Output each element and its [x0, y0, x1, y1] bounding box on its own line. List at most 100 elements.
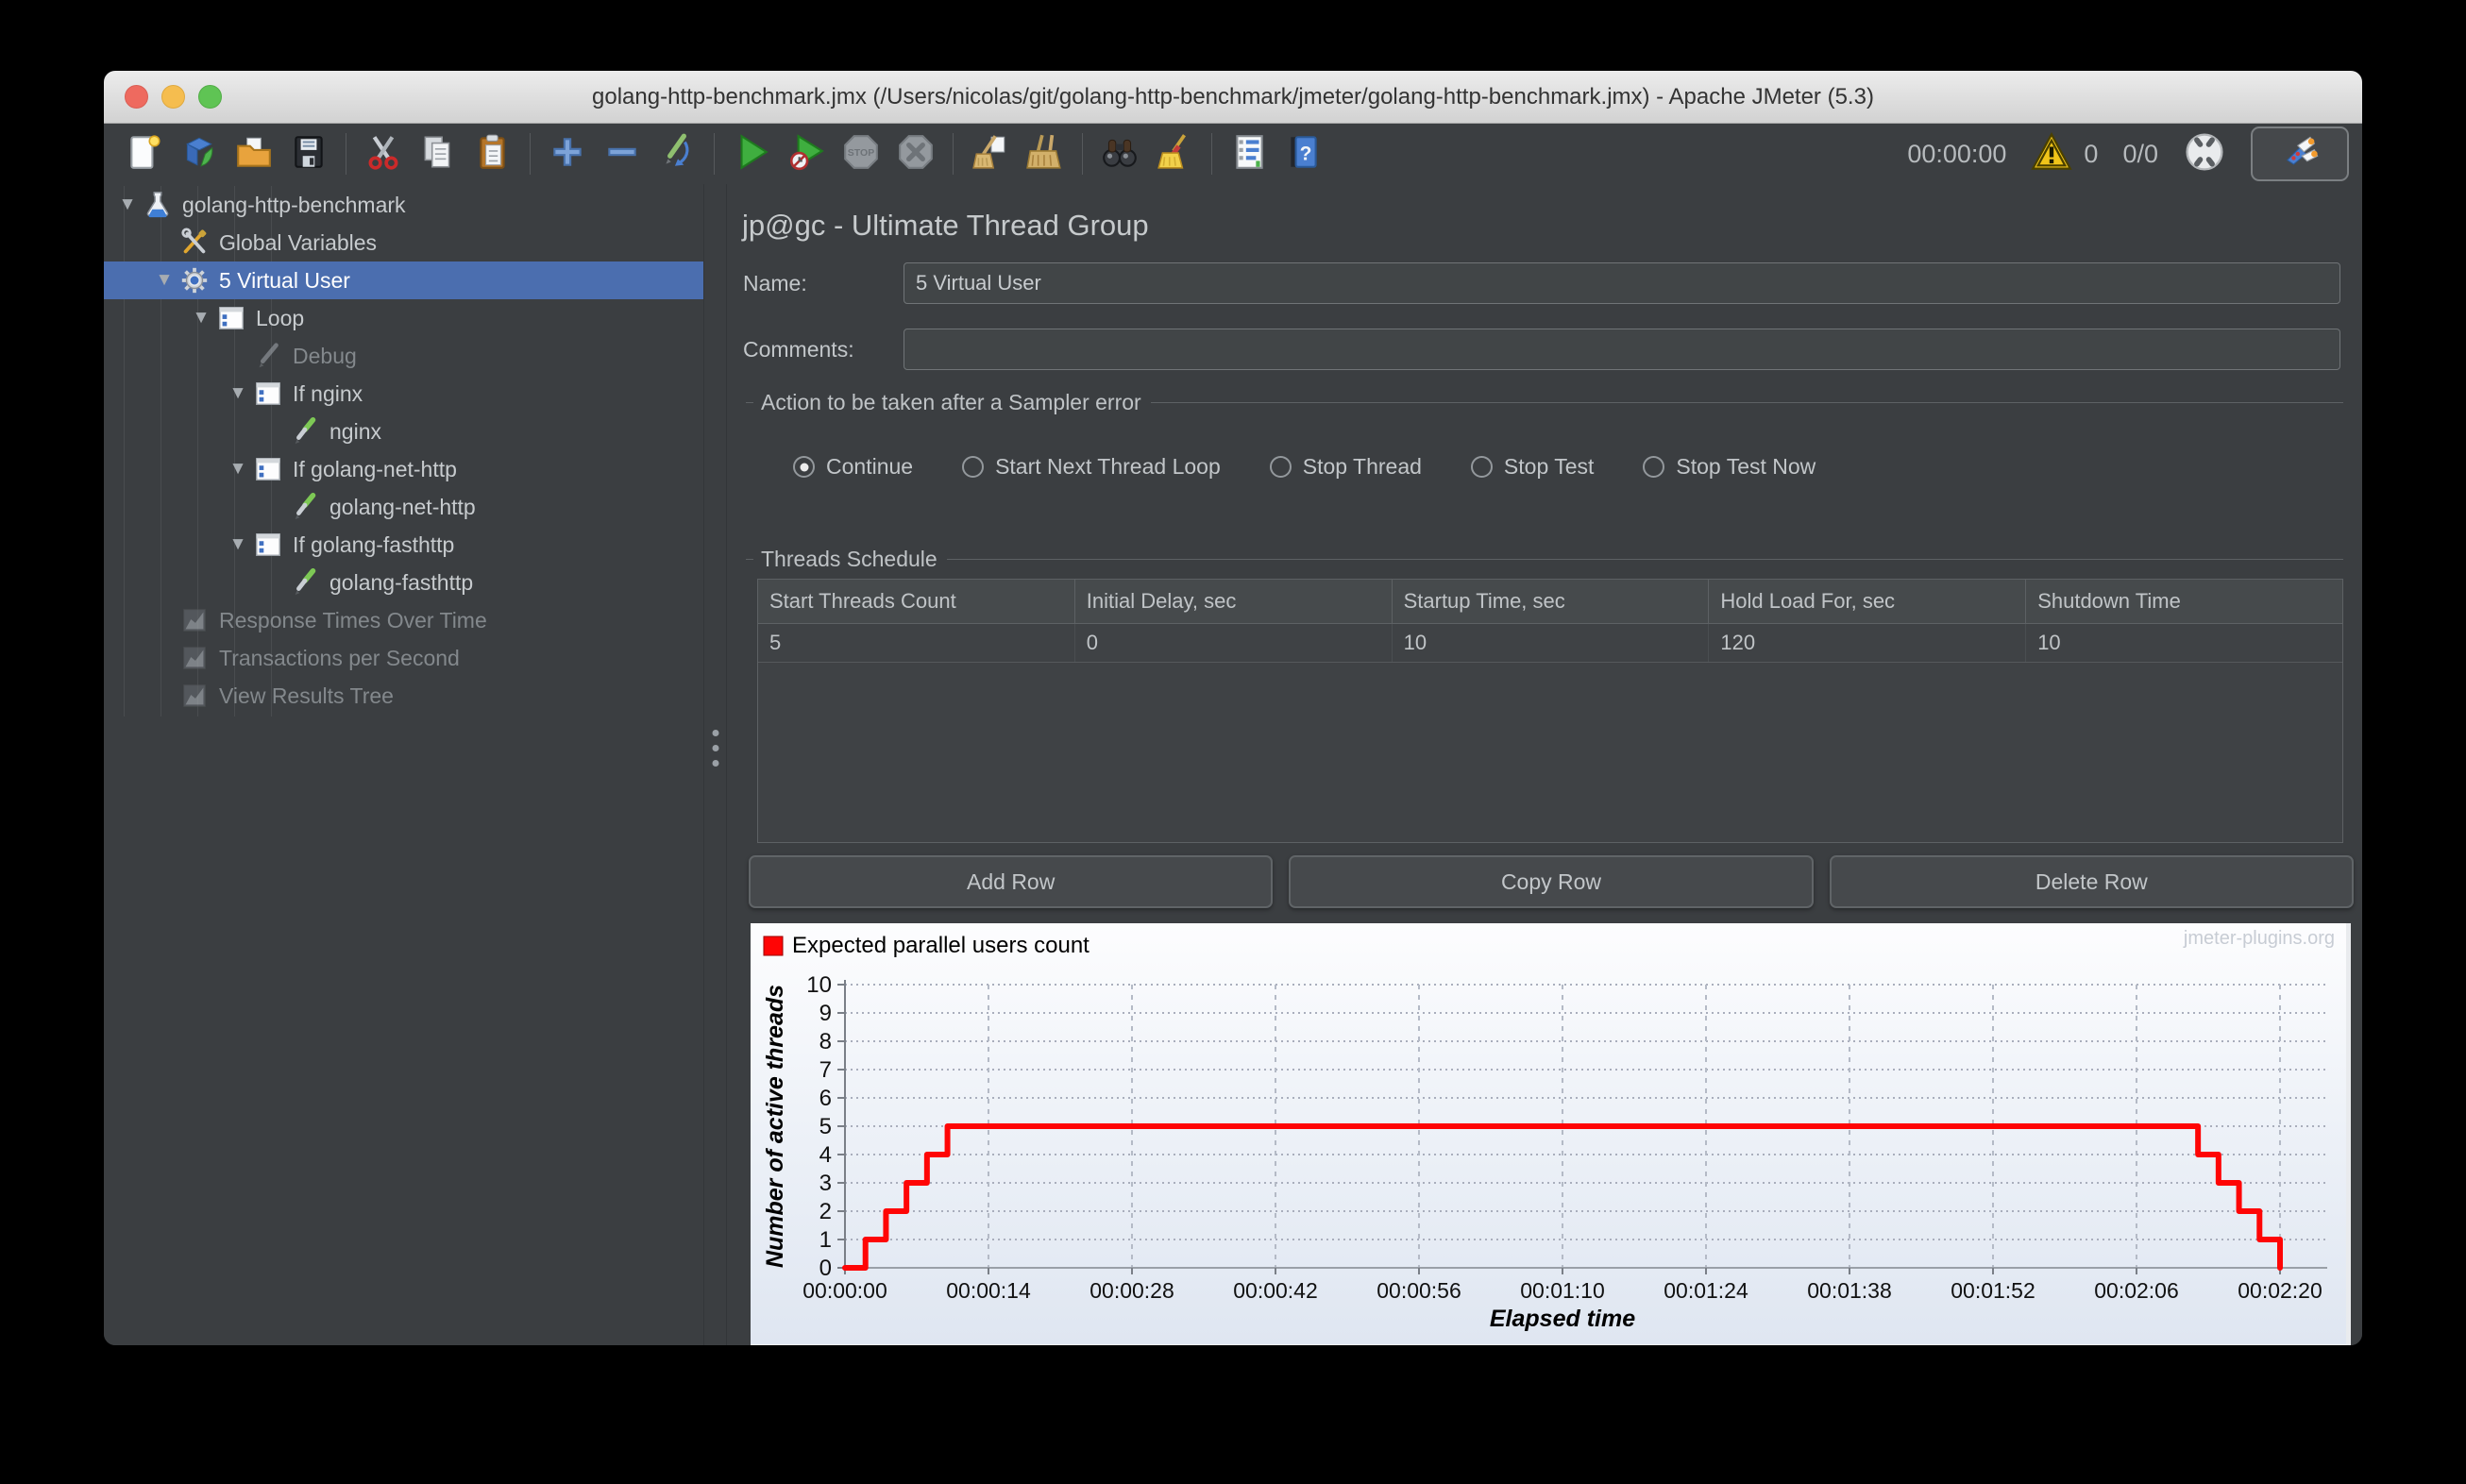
- radio-stop-test[interactable]: Stop Test: [1470, 454, 1594, 480]
- thread-counts: 0/0: [2122, 139, 2158, 168]
- stop-button[interactable]: STOP: [839, 132, 883, 176]
- toolbar-buttons: STOP?: [117, 124, 1331, 184]
- add-row-button[interactable]: Add Row: [749, 855, 1274, 908]
- svg-text:00:00:14: 00:00:14: [946, 1278, 1031, 1303]
- tree-item-golang-fasthttp[interactable]: golang-fasthttp: [104, 564, 703, 601]
- tree-item-label: Global Variables: [219, 229, 378, 255]
- splitter-handle[interactable]: [703, 184, 727, 1345]
- table-cell[interactable]: 10: [1393, 624, 1710, 662]
- logic-controller-icon: [252, 453, 284, 485]
- radio-stop-thread[interactable]: Stop Thread: [1269, 454, 1422, 480]
- radio-continue[interactable]: Continue: [793, 454, 913, 480]
- clear-all-button[interactable]: [1023, 132, 1067, 176]
- sampler-green-icon: [289, 491, 321, 523]
- tree-item-if-golang-net-http[interactable]: ▼ If golang-net-http: [104, 450, 703, 488]
- tree-item-label: golang-fasthttp: [329, 569, 474, 595]
- start-no-timers-button[interactable]: [785, 132, 828, 176]
- test-plan-tree-panel: ▼ golang-http-benchmark Global Variables ▼ 5…: [104, 184, 703, 1345]
- tree-item-transactions-per-second[interactable]: Transactions per Second: [104, 639, 703, 677]
- tree-item-global-variables[interactable]: Global Variables: [104, 224, 703, 261]
- expander-icon[interactable]: ▼: [224, 534, 252, 555]
- table-cell[interactable]: 10: [2026, 624, 2342, 662]
- test-plan-tree: ▼ golang-http-benchmark Global Variables ▼ 5…: [104, 184, 703, 715]
- copy-row-button[interactable]: Copy Row: [1289, 855, 1814, 908]
- plugins-icon: [2286, 136, 2319, 165]
- tree-item-response-times-over-time[interactable]: Response Times Over Time: [104, 601, 703, 639]
- tree-item-nginx[interactable]: nginx: [104, 413, 703, 450]
- sampler-gray-icon: [252, 340, 284, 372]
- plus-icon: [548, 132, 587, 177]
- tree-item-if-nginx[interactable]: ▼ If nginx: [104, 375, 703, 413]
- copy-button[interactable]: [416, 132, 460, 176]
- tree-item-label: Loop: [256, 305, 305, 330]
- expander-icon[interactable]: ▼: [224, 459, 252, 480]
- templates-button[interactable]: [177, 132, 221, 176]
- open-file-button[interactable]: [232, 132, 276, 176]
- tree-item-view-results-tree[interactable]: View Results Tree: [104, 677, 703, 715]
- tree-item-label: nginx: [329, 418, 381, 444]
- radio-start-next-thread-loop[interactable]: Start Next Thread Loop: [962, 454, 1221, 480]
- expander-icon[interactable]: ▼: [187, 308, 215, 329]
- minus-button[interactable]: [600, 132, 644, 176]
- comments-input[interactable]: [904, 329, 2340, 370]
- tree-item-golang-http-benchmark[interactable]: ▼ golang-http-benchmark: [104, 186, 703, 224]
- svg-text:00:00:56: 00:00:56: [1377, 1278, 1461, 1303]
- column-header-shutdown-time[interactable]: Shutdown Time: [2026, 580, 2342, 623]
- radio-circle-icon[interactable]: [962, 456, 985, 478]
- cut-icon: [363, 132, 403, 177]
- column-header-hold-load-for-sec[interactable]: Hold Load For, sec: [1709, 580, 2027, 623]
- delete-row-button[interactable]: Delete Row: [1829, 855, 2354, 908]
- tree-item-if-golang-fasthttp[interactable]: ▼ If golang-fasthttp: [104, 526, 703, 564]
- expander-icon[interactable]: ▼: [113, 194, 142, 215]
- svg-text:10: 10: [806, 972, 832, 998]
- radio-circle-icon[interactable]: [793, 456, 815, 478]
- pencil-arrow-button[interactable]: [655, 132, 699, 176]
- svg-text:00:00:28: 00:00:28: [1089, 1278, 1174, 1303]
- tree-item-5-virtual-user[interactable]: ▼ 5 Virtual User: [104, 261, 703, 299]
- page-title: jp@gc - Ultimate Thread Group: [742, 209, 1149, 242]
- new-file-button[interactable]: [123, 132, 166, 176]
- shutdown-button[interactable]: [894, 132, 937, 176]
- test-duration-timer: 00:00:00: [1907, 139, 2007, 168]
- table-cell[interactable]: 5: [758, 624, 1075, 662]
- table-row: 5 0 10 120 10: [758, 624, 2342, 663]
- expander-icon[interactable]: ▼: [224, 383, 252, 404]
- minimize-button[interactable]: [161, 85, 185, 109]
- svg-text:9: 9: [819, 1001, 832, 1026]
- tree-item-label: If nginx: [293, 380, 363, 406]
- clear-search-icon: [1155, 132, 1194, 177]
- paste-button[interactable]: [471, 132, 515, 176]
- radio-circle-icon[interactable]: [1643, 456, 1665, 478]
- radio-label: Start Next Thread Loop: [995, 454, 1221, 479]
- tree-item-golang-net-http[interactable]: golang-net-http: [104, 488, 703, 526]
- titlebar: golang-http-benchmark.jmx (/Users/nicola…: [104, 71, 2362, 124]
- help-button[interactable]: ?: [1282, 132, 1326, 176]
- start-button[interactable]: [730, 132, 773, 176]
- warning-icon[interactable]: [2031, 131, 2073, 177]
- close-button[interactable]: [125, 85, 148, 109]
- cut-button[interactable]: [362, 132, 405, 176]
- plugins-manager-button[interactable]: [2251, 126, 2349, 181]
- tree-item-debug[interactable]: Debug: [104, 337, 703, 375]
- plus-button[interactable]: [546, 132, 589, 176]
- radio-circle-icon[interactable]: [1470, 456, 1493, 478]
- radio-stop-test-now[interactable]: Stop Test Now: [1643, 454, 1816, 480]
- clear-one-button[interactable]: [969, 132, 1012, 176]
- toolbar-status: 00:00:00 0 0/0: [1907, 126, 2353, 181]
- column-header-initial-delay-sec[interactable]: Initial Delay, sec: [1075, 580, 1393, 623]
- table-cell[interactable]: 0: [1075, 624, 1393, 662]
- column-header-startup-time-sec[interactable]: Startup Time, sec: [1393, 580, 1710, 623]
- expander-icon[interactable]: ▼: [150, 270, 178, 291]
- save-button[interactable]: [287, 132, 330, 176]
- function-helper-button[interactable]: [1227, 132, 1271, 176]
- table-cell[interactable]: 120: [1709, 624, 2027, 662]
- tree-item-loop[interactable]: ▼ Loop: [104, 299, 703, 337]
- column-header-start-threads-count[interactable]: Start Threads Count: [758, 580, 1075, 623]
- search-button[interactable]: [1098, 132, 1141, 176]
- zoom-button[interactable]: [198, 85, 222, 109]
- toolbar-separator: [953, 133, 954, 175]
- clear-search-button[interactable]: [1153, 132, 1196, 176]
- radio-circle-icon[interactable]: [1269, 456, 1292, 478]
- name-input[interactable]: [904, 262, 2340, 304]
- pencil-arrow-icon: [657, 132, 697, 177]
